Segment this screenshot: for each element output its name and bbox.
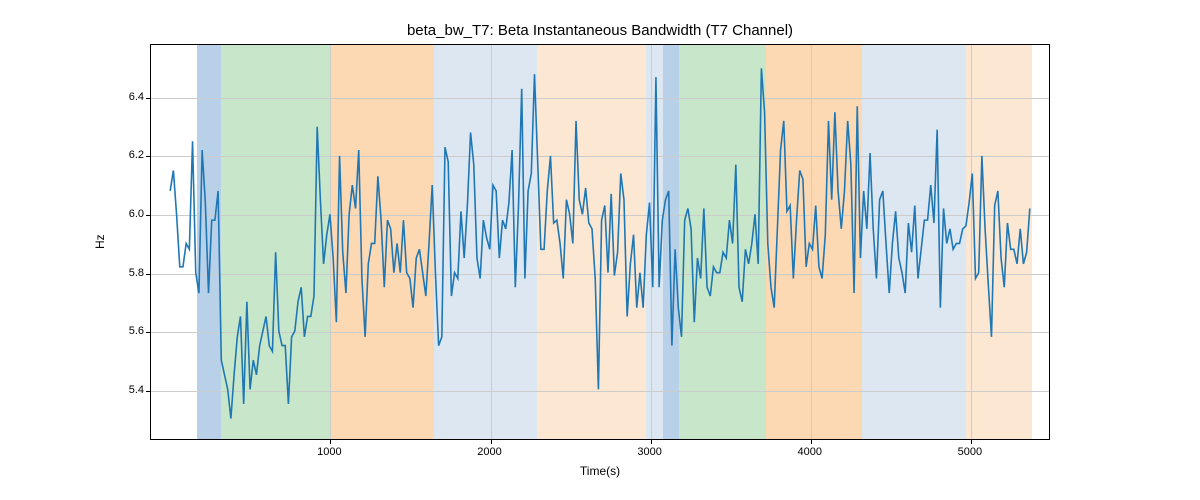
x-tick-label: 3000: [637, 446, 661, 458]
tick-y: [146, 156, 151, 157]
tick-x: [811, 439, 812, 444]
tick-y: [146, 274, 151, 275]
y-tick-label: 5.6: [104, 325, 144, 337]
plot-inner: [151, 45, 1049, 439]
x-axis-label: Time(s): [150, 464, 1050, 478]
tick-y: [146, 391, 151, 392]
plot-area: [150, 44, 1050, 440]
y-tick-label: 5.8: [104, 267, 144, 279]
x-tick-label: 1000: [317, 446, 341, 458]
tick-y: [146, 332, 151, 333]
data-line: [170, 68, 1030, 418]
tick-x: [330, 439, 331, 444]
line-svg: [151, 45, 1049, 439]
chart-title: beta_bw_T7: Beta Instantaneous Bandwidth…: [0, 22, 1200, 39]
x-tick-label: 4000: [798, 446, 822, 458]
tick-x: [651, 439, 652, 444]
tick-y: [146, 215, 151, 216]
tick-y: [146, 98, 151, 99]
chart-container: beta_bw_T7: Beta Instantaneous Bandwidth…: [0, 0, 1200, 500]
x-tick-label: 5000: [958, 446, 982, 458]
tick-x: [491, 439, 492, 444]
y-tick-label: 5.4: [104, 384, 144, 396]
y-tick-label: 6.4: [104, 91, 144, 103]
y-axis-label: Hz: [93, 234, 107, 249]
x-tick-label: 2000: [477, 446, 501, 458]
y-tick-label: 6.0: [104, 208, 144, 220]
y-tick-label: 6.2: [104, 149, 144, 161]
tick-x: [971, 439, 972, 444]
